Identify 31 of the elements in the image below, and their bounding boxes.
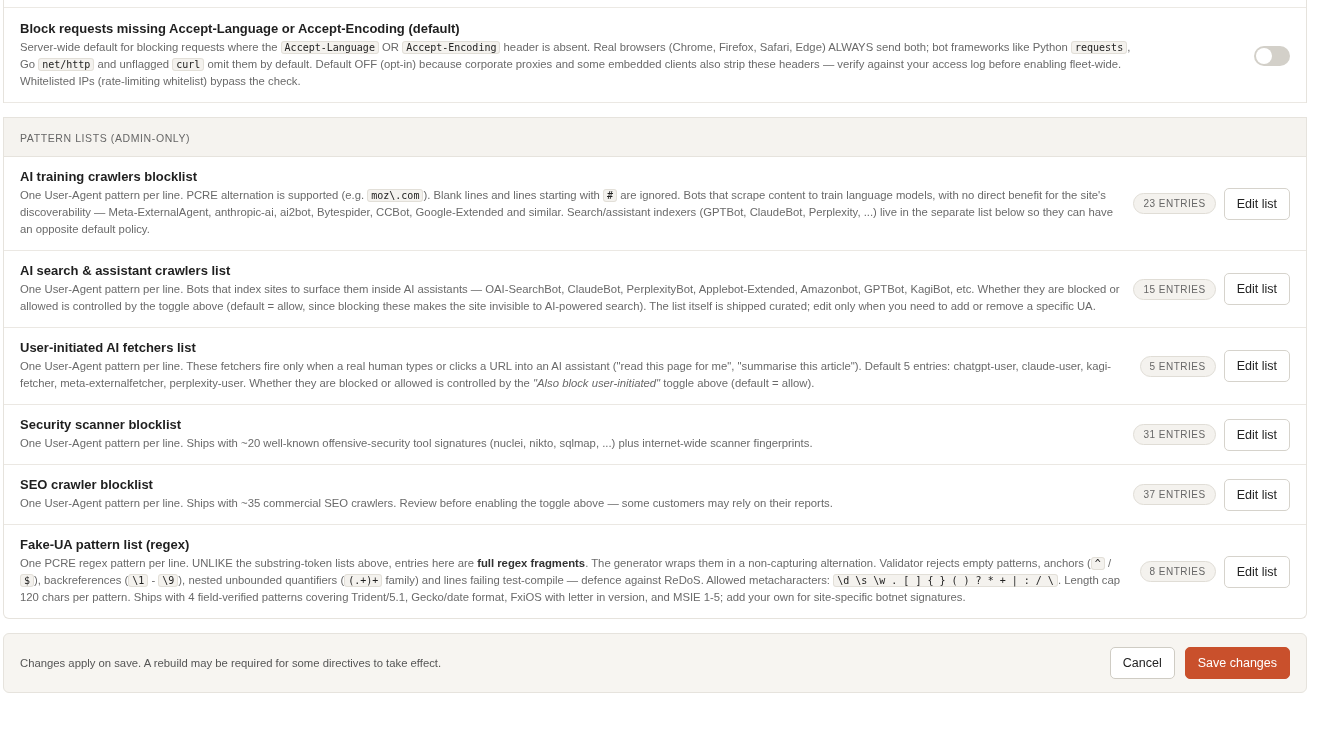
setting-description: Server-wide default for blocking requests where the Accept-Language OR Accept-Encoding header is absent. Real browsers (Chrome, Firefox, Safari, Edge) ALWAYS send both; bot frameworks like Python requests , Go net/http and unflagged curl omit them by default. Default OFF (opt-in) because corporate proxies and some embedded clients also strip these headers — verify against your access log before enabling fleet-wide. Whitelisted IPs (rate-limiting whitelist) bypass the check. xyxy=(20,40,1132,89)
list-description: One User-Agent pattern per line. Bots that index sites to surface them inside AI assistants — OAI-SearchBot, ClaudeBot, PerplexityBot, Applebot-Extended, Amazonbot, GPTBot, KagiBot, etc. Whether they are blocked or allowed is controlled by the toggle above (default = allow, since blocking these makes the site invisible to AI-powered search). The list itself is shipped curated; edit only when you need to add or remove a specific UA. xyxy=(20,282,1121,314)
edit-list-button[interactable]: Edit list xyxy=(1223,555,1290,588)
edit-list-button[interactable]: Edit list xyxy=(1223,273,1290,305)
list-description: One User-Agent pattern per line. These fetchers fire only when a real human types or clicks a URL into an AI assistant ("read this page for me", "summarise this article"). Default 5 entries: chatgpt-user, claude-user, kagi-fetcher, meta-externalfetcher, perplexity-user. Whether they are blocked or allowed is controlled by the "Also block user-initiated" toggle above (default = allow). xyxy=(20,359,1112,391)
edit-list-button[interactable]: Edit list xyxy=(1223,187,1290,220)
entries-badge: 23 ENTRIES xyxy=(1133,193,1216,214)
toggle-switch[interactable] xyxy=(1254,45,1290,66)
list-title: User-initiated AI fetchers list xyxy=(20,340,197,355)
edit-list-button[interactable]: Edit list xyxy=(1223,418,1290,451)
list-title: SEO crawler blocklist xyxy=(20,477,154,492)
list-title: AI search & assistant crawlers list xyxy=(20,263,232,278)
list-description: One User-Agent pattern per line. Ships with ~20 well-known offensive-security tool signatures (nuclei, nikto, sqlmap, ...) plus internet-wide scanner fingerprints. xyxy=(20,436,814,451)
list-title: Security scanner blocklist xyxy=(20,417,183,432)
footer-note: Changes apply on save. A rebuild may be required for some directives to take effect. xyxy=(20,657,442,669)
section-header: PATTERN LISTS (ADMIN-ONLY) xyxy=(4,117,1306,157)
save-button[interactable]: Save changes xyxy=(1184,647,1290,679)
entries-badge: 15 ENTRIES xyxy=(1133,278,1216,300)
entries-badge: 8 ENTRIES xyxy=(1139,561,1216,582)
entries-badge: 37 ENTRIES xyxy=(1133,484,1216,505)
list-title: AI training crawlers blocklist xyxy=(20,169,198,184)
entries-badge: 5 ENTRIES xyxy=(1139,355,1216,377)
cancel-button[interactable]: Cancel xyxy=(1109,647,1175,679)
list-description: One User-Agent pattern per line. Ships with ~35 commercial SEO crawlers. Review before enabling the toggle above — some customers may rely on their reports. xyxy=(20,496,834,511)
edit-list-button[interactable]: Edit list xyxy=(1223,478,1290,511)
list-description: One User-Agent pattern per line. PCRE alternation is supported (e.g. moz\.com ). Blank lines and lines starting with # are ignored. Bots that scrape content to train language models, with no direct benefit for the site's discoverability — Meta-ExternalAgent, anthropic-ai, ai2bot, Bytespider, CCBot, Google-Extended and similar. Search/assistant indexers (GPTBot, ClaudeBot, Perplexity, ...) live in the separate list below so they can have an opposite default policy. xyxy=(20,188,1114,237)
list-description: One PCRE regex pattern per line. UNLIKE the substring-token lists above, entries here are full regex fragments. The generator wraps them in a non-capturing alternation. Validator rejects empty patterns, anchors ( ^ / $ ), backreferences ( \1 - \9 ), nested unbounded quantifiers ( (.+)+ family) and lines failing test-compile — defence against ReDoS. Allowed metacharacters: \d \s \w . [ ] { } ( ) ? * + | : / \ . Length cap 120 chars per pattern. Ships with 4 field-verified patterns covering Trident/5.1, Gecko/date format, FxiOS with letter in version, and MSIE 1-5; add your own for site-specific botnet signatures. xyxy=(20,556,1122,605)
entries-badge: 31 ENTRIES xyxy=(1133,424,1216,445)
setting-title: Block requests missing Accept-Language or Accept-Encoding (default) xyxy=(20,21,461,36)
edit-list-button[interactable]: Edit list xyxy=(1223,350,1290,382)
list-title: Fake-UA pattern list (regex) xyxy=(20,537,191,552)
